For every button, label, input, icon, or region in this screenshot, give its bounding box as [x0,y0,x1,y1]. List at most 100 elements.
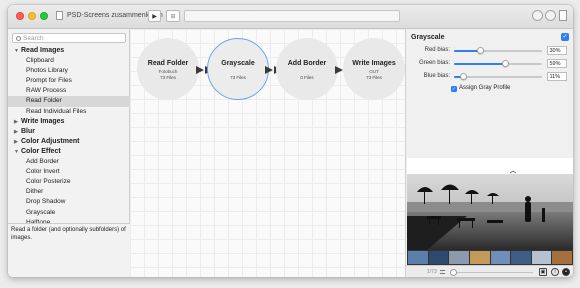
disclosure-closed-icon[interactable]: ▶ [14,137,21,147]
zoom-slider-knob[interactable] [450,268,457,276]
document-icon [56,11,63,20]
disclosure-closed-icon[interactable]: ▶ [14,117,21,127]
search-placeholder: Search [23,35,44,42]
sidebar-item[interactable]: Grayscale [8,208,130,218]
list-icon[interactable] [440,270,445,274]
sidebar-label: Color Effect [21,147,61,155]
inspector-title: Grayscale [411,34,445,41]
disclosure-open-icon[interactable]: ▼ [14,147,21,157]
sidebar-label: Read Images [21,47,65,54]
sidebar-item[interactable]: Dither [8,187,130,197]
sidebar-label: Blur [21,127,35,135]
minimize-window-button[interactable] [28,12,36,20]
slider-knob[interactable] [460,72,468,80]
info-icon[interactable]: i [551,268,559,276]
thumbnail[interactable] [469,251,490,264]
run-button[interactable]: ▶ [148,10,161,22]
toolbar-field[interactable] [184,10,400,22]
red-bias-row: Red bias: 30% [406,46,573,56]
sidebar-label: Clipboard [26,57,54,65]
sidebar-label: Read Individual Files [26,107,87,115]
green-bias-value[interactable]: 59% [547,59,567,68]
blue-bias-value[interactable]: 11% [547,72,567,81]
workflow-node-grayscale[interactable]: Grayscale 73 Files [207,38,269,100]
workflow-node-add-border[interactable]: Add Border 0 Files [276,38,338,100]
circle-button[interactable] [545,10,556,21]
image-icon[interactable]: ▣ [539,268,547,276]
node-title: Write Images [352,60,396,67]
disclosure-open-icon[interactable]: ▼ [14,46,21,56]
workflow-canvas[interactable]: Read Folder Fotobuch 73 Files Grayscale … [130,29,405,277]
sidebar-label: Color Posterize [26,178,71,186]
sidebar-category[interactable]: ▶ Color Adjustment [8,137,130,147]
sidebar-item[interactable]: Color Invert [8,167,130,177]
thumbnail[interactable] [490,251,511,264]
sidebar-category[interactable]: ▼ Color Effect [8,147,130,157]
play-icon: ▶ [152,13,157,20]
sidebar-label: Color Invert [26,168,60,176]
checkbox-label: Assign Gray Profile [459,85,511,91]
node-subtitle [276,69,338,74]
thumbnail[interactable] [531,251,552,264]
sidebar-label: Photos Library [26,67,68,75]
blue-bias-row: Blue bias: 11% [406,72,573,82]
thumbnail[interactable] [511,251,531,264]
slider-knob[interactable] [502,59,510,67]
close-window-button[interactable] [16,12,24,20]
circle-button[interactable] [532,10,543,21]
sidebar-category[interactable]: ▶ Blur [8,127,130,137]
thumbnail[interactable] [428,251,449,264]
disclosure-closed-icon[interactable]: ▶ [14,127,21,137]
sidebar-item[interactable]: Prompt for Files [8,76,130,86]
sidebar-item[interactable]: Clipboard [8,56,130,66]
action-tree: ▼ Read Images Clipboard Photos Library Promp… [8,46,130,242]
sidebar-category[interactable]: ▼ Read Images [8,46,130,56]
settings-icon[interactable]: • [562,268,570,276]
workflow-node-write-images[interactable]: Write Images OUT 73 Files [343,38,405,100]
grid-view-button[interactable]: ⊞ [166,10,180,22]
node-subtitle: OUT [369,69,379,74]
preview-photo [407,158,573,250]
sidebar-item[interactable]: Add Border [8,157,130,167]
node-file-count: 73 Files [230,74,246,80]
zoom-slider[interactable] [451,271,533,273]
search-input[interactable]: Search [12,33,126,43]
inspector-panel: Grayscale ✓ Red bias: 30% Green bias: 59… [405,29,573,277]
image-preview [407,158,573,250]
action-description: Read a folder (and optionally subfolders… [8,223,130,277]
sidebar-label: Color Adjustment [21,137,80,145]
sidebar-item[interactable]: RAW Process [8,86,130,96]
filmstrip[interactable] [407,250,573,265]
page-indicator: 1/73 [427,268,437,275]
sidebar-label: Prompt for Files [26,77,72,85]
grid-icon: ⊞ [170,13,176,20]
sidebar-item[interactable]: Drop Shadow [8,197,130,207]
node-title: Read Folder [147,60,189,67]
slider-knob[interactable] [476,46,484,54]
sidebar-label: Read Folder [26,97,62,105]
assign-gray-profile-checkbox[interactable]: ✓ Assign Gray Profile [451,85,510,92]
thumbnail[interactable] [449,251,469,264]
sidebar-item[interactable]: Photos Library [8,66,130,76]
sidebar-label: RAW Process [26,87,67,95]
workflow-node-read-folder[interactable]: Read Folder Fotobuch 73 Files [137,38,199,100]
sidebar-category[interactable]: ▶ Write Images [8,117,130,127]
sidebar-label: Grayscale [26,208,56,216]
enable-checkbox[interactable]: ✓ [561,33,569,41]
node-file-count: 73 Files [366,75,382,80]
preview-bottom-bar: 1/73 ▣ i • [406,265,573,277]
thumbnail[interactable] [552,251,572,264]
green-bias-row: Green bias: 59% [406,59,573,69]
red-bias-slider[interactable] [454,46,542,54]
sidebar-item[interactable]: Read Individual Files [8,107,130,117]
node-file-count: 0 Files [300,75,314,80]
zoom-window-button[interactable] [40,12,48,20]
thumbnail[interactable] [408,251,428,264]
blue-bias-slider[interactable] [454,72,542,80]
sidebar-item[interactable]: Read Folder [8,96,130,107]
document-button[interactable] [559,10,567,21]
app-window: PSD-Screens zusammenlegen ▶ ⊞ Search ▼ Re… [8,5,573,277]
sidebar-item[interactable]: Color Posterize [8,177,130,187]
red-bias-value[interactable]: 30% [547,46,567,55]
green-bias-slider[interactable] [454,59,542,67]
